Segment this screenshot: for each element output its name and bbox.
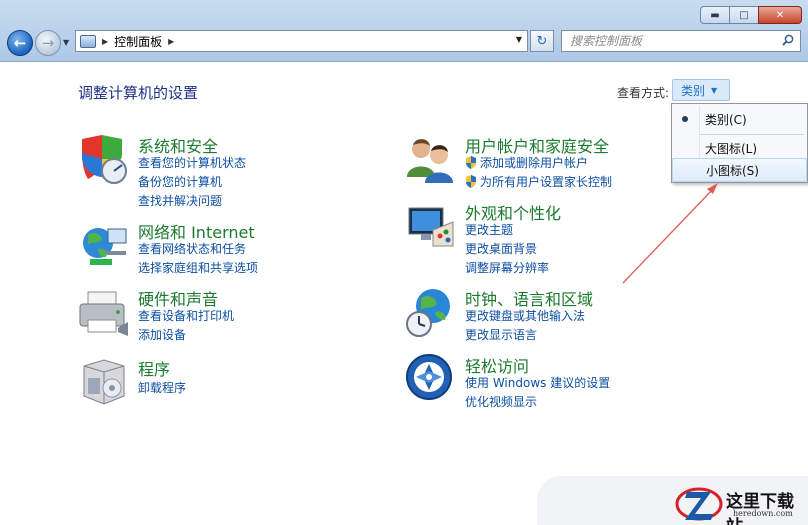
ease-of-access-icon xyxy=(406,354,452,400)
search-box[interactable] xyxy=(561,30,801,52)
link-optimize-video-display[interactable]: 优化视频显示 xyxy=(465,393,537,410)
category-hardware-sound: 硬件和声音 查看设备和打印机 添加设备 xyxy=(78,286,338,346)
link-troubleshoot[interactable]: 查找并解决问题 xyxy=(138,192,222,209)
category-programs: 程序 卸载程序 xyxy=(78,356,338,406)
minimize-button[interactable]: ▬ xyxy=(700,6,730,24)
category-system-security: 系统和安全 查看您的计算机状态 备份您的计算机 查找并解决问题 xyxy=(78,133,338,213)
link-view-computer-status[interactable]: 查看您的计算机状态 xyxy=(138,154,246,171)
back-button[interactable]: ← xyxy=(7,30,33,56)
refresh-button[interactable]: ↻ xyxy=(530,30,554,52)
link-devices-printers[interactable]: 查看设备和打印机 xyxy=(138,307,234,324)
link-network-status[interactable]: 查看网络状态和任务 xyxy=(138,240,246,257)
close-button[interactable]: ✕ xyxy=(758,6,802,24)
link-screen-resolution[interactable]: 调整屏幕分辨率 xyxy=(465,259,549,276)
breadcrumb-separator-trailing[interactable]: ▶ xyxy=(168,37,174,46)
chevron-down-icon: ▼ xyxy=(711,85,718,95)
maximize-button[interactable]: □ xyxy=(729,6,759,24)
link-homegroup-sharing[interactable]: 选择家庭组和共享选项 xyxy=(138,259,258,276)
category-clock-language-region: 时钟、语言和区域 更改键盘或其他输入法 更改显示语言 xyxy=(405,286,665,346)
control-panel-icon xyxy=(80,34,96,48)
globe-clock-icon xyxy=(406,289,450,337)
watermark-url: heredown.com xyxy=(733,509,793,518)
page-title: 调整计算机的设置 xyxy=(78,84,199,102)
recent-pages-dropdown[interactable]: ▼ xyxy=(63,38,69,47)
radio-dot-icon xyxy=(682,116,688,122)
menu-item-label: 大图标(L) xyxy=(705,141,758,156)
link-change-input-method[interactable]: 更改键盘或其他输入法 xyxy=(465,307,585,324)
category-user-accounts: 用户帐户和家庭安全 添加或删除用户帐户 为所有用户设置家长控制 xyxy=(405,133,665,193)
search-input[interactable] xyxy=(570,34,770,48)
link-change-display-language[interactable]: 更改显示语言 xyxy=(465,326,537,343)
shield-gauge-icon xyxy=(82,135,127,184)
window-controls: ▬ □ ✕ xyxy=(700,6,802,24)
link-backup-computer[interactable]: 备份您的计算机 xyxy=(138,173,222,190)
back-arrow-icon: ← xyxy=(13,34,27,52)
link-label[interactable]: 为所有用户设置家长控制 xyxy=(480,175,612,189)
forward-arrow-icon: → xyxy=(41,34,55,52)
category-appearance: 外观和个性化 更改主题 更改桌面背景 调整屏幕分辨率 xyxy=(405,200,665,280)
users-icon xyxy=(407,139,453,183)
site-logo-icon xyxy=(675,487,723,521)
breadcrumb-control-panel[interactable]: 控制面板 xyxy=(114,33,162,50)
category-title[interactable]: 程序 xyxy=(138,356,170,380)
category-network-internet: 网络和 Internet 查看网络状态和任务 选择家庭组和共享选项 xyxy=(78,219,338,279)
link-parental-controls[interactable]: 为所有用户设置家长控制 xyxy=(465,173,612,190)
menu-separator xyxy=(700,134,804,135)
view-by-label: 查看方式: xyxy=(617,86,670,100)
category-ease-of-access: 轻松访问 使用 Windows 建议的设置 优化视频显示 xyxy=(405,353,665,413)
view-by-menu: 类别(C) 大图标(L) 小图标(S) xyxy=(671,103,808,183)
menu-item-small-icons[interactable]: 小图标(S) xyxy=(672,158,807,182)
link-change-theme[interactable]: 更改主题 xyxy=(465,221,513,238)
menu-item-large-icons[interactable]: 大图标(L) xyxy=(672,136,807,160)
link-add-device[interactable]: 添加设备 xyxy=(138,326,186,343)
view-by-value: 类别 xyxy=(681,83,706,98)
link-add-remove-accounts[interactable]: 添加或删除用户帐户 xyxy=(465,154,588,171)
refresh-icon: ↻ xyxy=(536,33,548,49)
watermark-text: 这里下载站 xyxy=(726,492,794,525)
address-dropdown-icon[interactable]: ▼ xyxy=(516,35,522,44)
link-change-wallpaper[interactable]: 更改桌面背景 xyxy=(465,240,537,257)
link-windows-recommended-settings[interactable]: 使用 Windows 建议的设置 xyxy=(465,374,610,391)
uac-shield-icon xyxy=(466,156,476,169)
menu-item-label: 类别(C) xyxy=(705,112,747,127)
search-icon[interactable] xyxy=(782,34,794,46)
printer-icon xyxy=(79,291,128,336)
menu-item-label: 小图标(S) xyxy=(706,163,759,178)
link-uninstall-program[interactable]: 卸载程序 xyxy=(138,379,186,396)
menu-item-category[interactable]: 类别(C) xyxy=(672,107,807,131)
forward-button[interactable]: → xyxy=(35,30,61,56)
link-label[interactable]: 添加或删除用户帐户 xyxy=(480,156,588,170)
monitor-palette-icon xyxy=(408,207,454,247)
address-bar[interactable]: ▶ 控制面板 ▶ ▼ xyxy=(75,30,528,52)
uac-shield-icon xyxy=(466,175,476,188)
globe-network-icon xyxy=(83,228,127,265)
programs-box-icon xyxy=(83,359,125,405)
view-by-dropdown[interactable]: 类别 ▼ xyxy=(672,79,730,101)
breadcrumb-separator[interactable]: ▶ xyxy=(102,37,108,46)
